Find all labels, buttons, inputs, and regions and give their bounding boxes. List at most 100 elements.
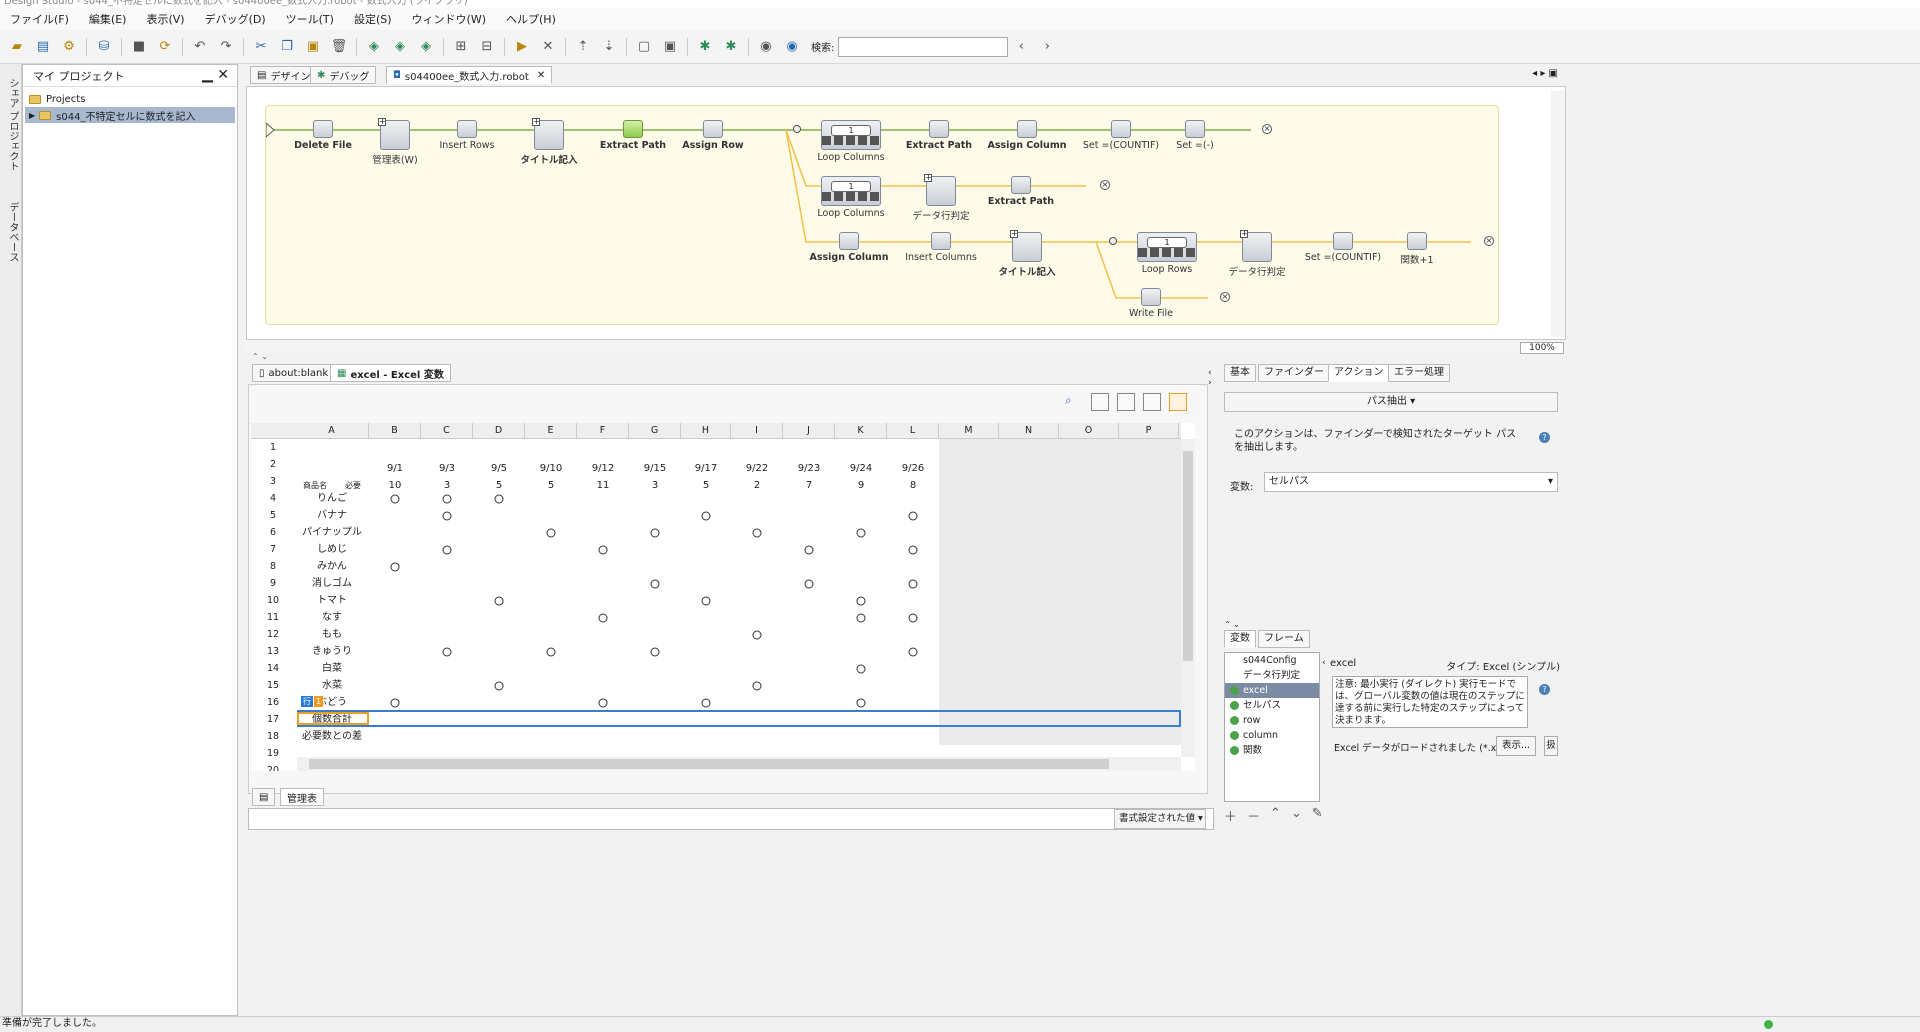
column-header[interactable]: L xyxy=(887,423,939,439)
debug-step-icon[interactable]: ✱ xyxy=(720,36,742,58)
ungroup-icon[interactable]: ⊟ xyxy=(476,36,498,58)
expand-icon[interactable]: + xyxy=(924,174,932,182)
collapse-left-icon[interactable]: ‹ xyxy=(1322,658,1326,668)
flow-step[interactable] xyxy=(623,120,643,138)
shared-project-tab[interactable]: シェア プロジェクト xyxy=(2,70,20,180)
row-header[interactable]: 7 xyxy=(251,541,295,558)
end-point-icon[interactable]: × xyxy=(1262,124,1272,134)
flow-step[interactable] xyxy=(1333,232,1353,250)
flow-step[interactable]: 1 xyxy=(1137,232,1197,262)
add-variable-icon[interactable]: ＋ xyxy=(1224,806,1237,825)
move-up-icon[interactable]: ⇡ xyxy=(572,36,594,58)
flow-step[interactable] xyxy=(839,232,859,250)
date-cell[interactable]: 9/3 xyxy=(421,460,473,477)
flow-step[interactable] xyxy=(703,120,723,138)
window-icon[interactable]: ▢ xyxy=(633,36,655,58)
count-cell[interactable]: 7 xyxy=(783,477,835,494)
variable-select[interactable]: セルパス ▾ xyxy=(1264,472,1558,492)
item-name-cell[interactable]: しめじ xyxy=(295,541,369,558)
row-header[interactable]: 18 xyxy=(251,728,295,745)
row-header[interactable]: 2 xyxy=(251,456,295,473)
sheet-horizontal-scrollbar[interactable] xyxy=(297,757,1181,771)
share-icon[interactable]: ⚙ xyxy=(58,36,80,58)
row-header[interactable]: 19 xyxy=(251,745,295,762)
expand-icon[interactable]: + xyxy=(1010,230,1018,238)
variable-item[interactable]: セルパス xyxy=(1225,698,1319,713)
globe-icon[interactable]: ◉ xyxy=(755,36,777,58)
tab-about-blank[interactable]: ▯ about:blank xyxy=(252,364,336,382)
redo-icon[interactable]: ↷ xyxy=(215,36,237,58)
stop-icon[interactable]: ■ xyxy=(128,36,150,58)
remove-step-icon[interactable]: ✕ xyxy=(537,36,559,58)
flow-step[interactable] xyxy=(929,120,949,138)
row-header[interactable]: 17 xyxy=(251,711,295,728)
count-cell[interactable]: 11 xyxy=(577,477,629,494)
flow-step[interactable]: 1 xyxy=(821,120,881,150)
variable-item[interactable]: row xyxy=(1225,713,1319,728)
search-icon[interactable]: ⌕ xyxy=(1065,393,1083,411)
action-select[interactable]: パス抽出 ▾ xyxy=(1224,392,1558,412)
globe-settings-icon[interactable]: ◉ xyxy=(781,36,803,58)
end-point-icon[interactable]: × xyxy=(1100,180,1110,190)
column-header[interactable]: G xyxy=(629,423,681,439)
expand-icon[interactable]: + xyxy=(1240,230,1248,238)
panel-minimize-close-icon[interactable]: ▁ ✕ xyxy=(202,67,229,83)
sheet-list-icon[interactable]: ▤ xyxy=(252,788,276,806)
scroll-thumb[interactable] xyxy=(309,759,1109,769)
variable-item[interactable]: 関数 xyxy=(1225,743,1319,758)
tree-item-project[interactable]: ▶ s044_不特定セルに数式を記入 xyxy=(25,107,235,123)
tab-finder[interactable]: ファインダー xyxy=(1258,364,1330,382)
tree-item-projects[interactable]: Projects xyxy=(25,91,235,107)
count-cell[interactable]: 5 xyxy=(473,477,525,494)
row-header[interactable]: 9 xyxy=(251,575,295,592)
menu-settings[interactable]: 設定(S) xyxy=(344,11,402,27)
cut-icon[interactable]: ✂ xyxy=(250,36,272,58)
tab-variables[interactable]: 変数 xyxy=(1224,630,1256,648)
count-cell[interactable]: 3 xyxy=(421,477,473,494)
database-icon[interactable]: ⛁ xyxy=(93,36,115,58)
tab-debug[interactable]: ✱ デバッグ xyxy=(310,66,377,84)
flow-step[interactable] xyxy=(313,120,333,138)
step-branch-icon[interactable]: ◈ xyxy=(389,36,411,58)
column-header[interactable]: I xyxy=(731,423,783,439)
count-cell[interactable]: 8 xyxy=(887,477,939,494)
row-header[interactable]: 10 xyxy=(251,592,295,609)
tab-action[interactable]: アクション xyxy=(1328,364,1390,382)
count-cell[interactable]: 2 xyxy=(731,477,783,494)
column-header[interactable]: O xyxy=(1059,423,1119,439)
menu-window[interactable]: ウィンドウ(W) xyxy=(402,11,496,27)
item-name-cell[interactable]: 白菜 xyxy=(295,660,369,677)
menu-tools[interactable]: ツール(T) xyxy=(276,11,344,27)
paste-sheet-icon[interactable] xyxy=(1143,393,1161,411)
flow-step[interactable] xyxy=(1407,232,1427,250)
spreadsheet[interactable]: ABCDEFGHIJKLMNOP 1 2 3 4 5 6 7 8 9 10 11 12 13 14 15 16… xyxy=(251,423,1195,771)
extra-button[interactable]: 扱 xyxy=(1544,736,1558,756)
item-name-cell[interactable]: もも xyxy=(295,626,369,643)
flow-step[interactable] xyxy=(1111,120,1131,138)
group-icon[interactable]: ⊞ xyxy=(450,36,472,58)
item-name-cell[interactable]: りんご xyxy=(295,490,369,507)
sheet-vertical-scrollbar[interactable] xyxy=(1181,439,1195,757)
item-name-cell[interactable]: 必要数との差 xyxy=(295,728,369,745)
flow-horizontal-scrollbar[interactable] xyxy=(246,340,1566,354)
flow-step[interactable] xyxy=(1141,288,1161,306)
row-header[interactable]: 14 xyxy=(251,660,295,677)
scroll-thumb[interactable] xyxy=(1183,451,1193,661)
debug-run-icon[interactable]: ✱ xyxy=(694,36,716,58)
delete-icon[interactable]: 🗑 xyxy=(328,36,350,58)
collapse-left-icon[interactable]: ‹ › xyxy=(1208,368,1212,388)
move-up-icon[interactable]: ⌃ xyxy=(1270,806,1281,824)
menu-help[interactable]: ヘルプ(H) xyxy=(496,11,566,27)
expand-arrow-icon[interactable]: ▶ xyxy=(29,111,35,120)
date-cell[interactable]: 9/17 xyxy=(681,460,731,477)
row-header[interactable]: 4 xyxy=(251,490,295,507)
column-header[interactable]: H xyxy=(681,423,731,439)
refresh-icon[interactable]: ⟳ xyxy=(154,36,176,58)
item-name-cell[interactable]: 消しゴム xyxy=(295,575,369,592)
menu-debug[interactable]: デバッグ(D) xyxy=(195,11,276,27)
item-name-cell[interactable]: バナナ xyxy=(295,507,369,524)
column-header[interactable]: F xyxy=(577,423,629,439)
date-cell[interactable]: 9/26 xyxy=(887,460,939,477)
format-select[interactable]: 書式設定された値 ▾ xyxy=(1114,809,1206,829)
row-header[interactable]: 11 xyxy=(251,609,295,626)
